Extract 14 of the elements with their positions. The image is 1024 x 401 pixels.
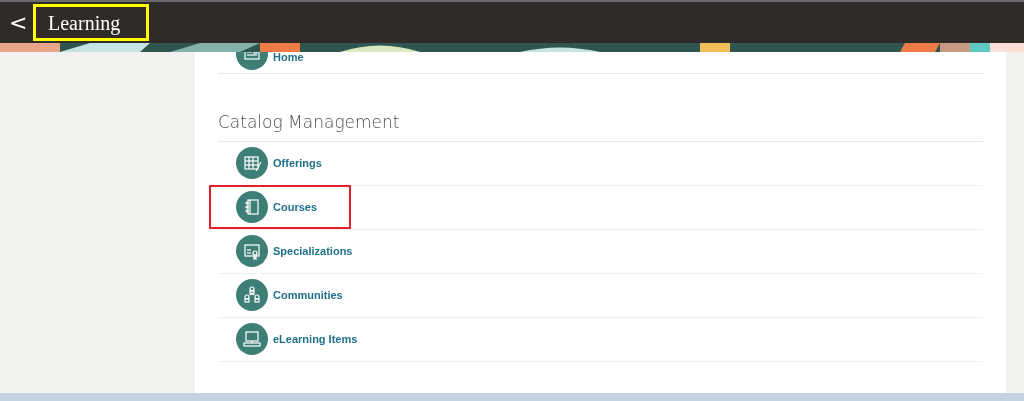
notebook-icon [236,191,268,223]
nav-link[interactable]: Specializations [273,242,353,260]
nav-link[interactable]: Courses [273,198,318,216]
nav-link[interactable]: Offerings [273,154,322,172]
people-icon [236,279,268,311]
section-heading: Catalog Management [218,110,983,142]
back-button[interactable]: < [9,11,25,34]
nav-link[interactable]: Home [273,52,304,63]
nav-link[interactable]: eLearning Items [273,330,358,348]
page-title: Learning [48,10,121,37]
computer-icon [236,323,268,355]
certificate-icon [236,235,268,267]
calendar-icon [236,147,268,179]
nav-link[interactable]: Communities [273,286,343,304]
